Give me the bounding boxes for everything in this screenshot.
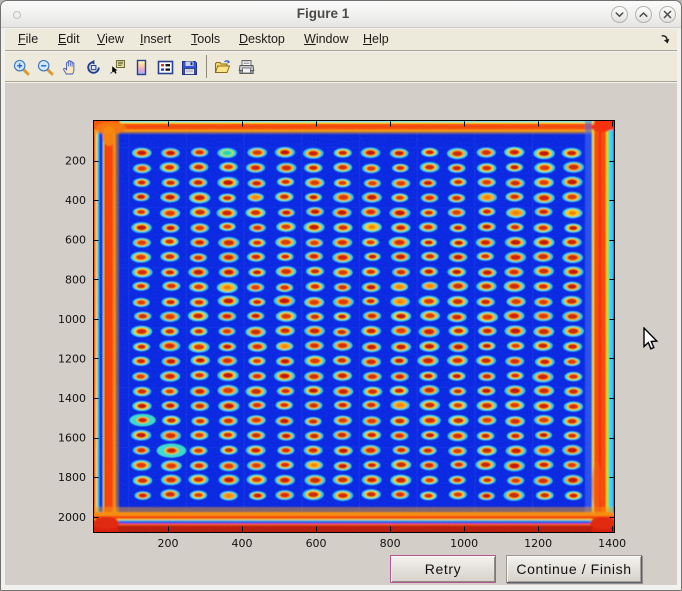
rotate-3d-button[interactable] — [83, 57, 103, 77]
save-figure-icon — [181, 59, 198, 76]
menubar: File Edit View Insert Tools Desktop Window Help — [5, 29, 679, 51]
svg-text:600: 600 — [306, 537, 327, 550]
data-cursor-icon — [109, 59, 126, 76]
insert-colorbar-button[interactable] — [131, 57, 151, 77]
menu-insert[interactable]: Insert — [140, 29, 171, 50]
pan-icon — [61, 59, 78, 76]
close-icon — [663, 10, 672, 19]
figure-canvas: 200 400 600 800 1000 1200 1400 200 400 600 800 1000… — [5, 83, 679, 587]
menu-tools[interactable]: Tools — [191, 29, 220, 50]
heatmap-plot: 200 400 600 800 1000 1200 1400 200 400 600 800 1000… — [5, 83, 679, 587]
svg-text:200: 200 — [65, 155, 86, 168]
svg-text:800: 800 — [380, 537, 401, 550]
menu-mnemonic: D — [239, 32, 248, 46]
menu-help[interactable]: Help — [363, 29, 389, 50]
window-frame-right — [677, 28, 681, 590]
svg-text:1200: 1200 — [524, 537, 552, 550]
svg-text:400: 400 — [65, 194, 86, 207]
maximize-button[interactable] — [635, 6, 652, 23]
svg-text:1400: 1400 — [58, 392, 86, 405]
minimize-button[interactable] — [611, 6, 628, 23]
figure-window: Figure 1 File Edit View Insert Tools Desktop W… — [0, 0, 682, 591]
menu-mnemonic: V — [97, 32, 105, 46]
toolbar-separator — [206, 55, 207, 78]
zoom-out-icon — [37, 59, 54, 76]
svg-text:1800: 1800 — [58, 471, 86, 484]
chevron-up-icon — [639, 10, 648, 19]
continue-finish-button[interactable]: Continue / Finish — [506, 555, 642, 583]
svg-text:200: 200 — [158, 537, 179, 550]
svg-text:800: 800 — [65, 273, 86, 286]
svg-text:1400: 1400 — [598, 537, 626, 550]
open-file-button[interactable] — [212, 57, 232, 77]
window-frame-bottom — [1, 585, 681, 590]
svg-text:2000: 2000 — [58, 511, 86, 524]
figure-toolbar — [5, 52, 679, 82]
insert-legend-icon — [157, 59, 174, 76]
menu-mnemonic: W — [304, 32, 316, 46]
rotate-3d-icon — [85, 59, 102, 76]
svg-text:1000: 1000 — [58, 313, 86, 326]
print-figure-icon — [238, 59, 255, 76]
zoom-out-button[interactable] — [35, 57, 55, 77]
svg-text:1600: 1600 — [58, 432, 86, 445]
insert-legend-button[interactable] — [155, 57, 175, 77]
menu-desktop[interactable]: Desktop — [239, 29, 285, 50]
chevron-down-icon — [615, 10, 624, 19]
print-figure-button[interactable] — [236, 57, 256, 77]
svg-text:1000: 1000 — [450, 537, 478, 550]
window-frame-left — [1, 28, 5, 590]
menu-mnemonic: F — [18, 32, 26, 46]
menu-mnemonic: E — [58, 32, 66, 46]
window-controls — [611, 6, 676, 23]
data-cursor-button[interactable] — [107, 57, 127, 77]
zoom-in-button[interactable] — [11, 57, 31, 77]
close-button[interactable] — [659, 6, 676, 23]
svg-text:600: 600 — [65, 234, 86, 247]
window-title: Figure 1 — [1, 1, 645, 28]
pan-button[interactable] — [59, 57, 79, 77]
retry-button[interactable]: Retry — [390, 555, 496, 583]
menu-mnemonic: I — [140, 32, 143, 46]
menu-file[interactable]: File — [18, 29, 38, 50]
menu-mnemonic: H — [363, 32, 372, 46]
titlebar[interactable]: Figure 1 — [1, 1, 681, 28]
menu-edit[interactable]: Edit — [58, 29, 80, 50]
menu-window[interactable]: Window — [304, 29, 348, 50]
insert-colorbar-icon — [133, 59, 150, 76]
svg-text:400: 400 — [232, 537, 253, 550]
dock-figure-icon[interactable] — [660, 34, 671, 45]
open-file-icon — [214, 59, 231, 76]
save-figure-button[interactable] — [179, 57, 199, 77]
menu-view[interactable]: View — [97, 29, 124, 50]
menu-mnemonic: T — [191, 32, 197, 46]
svg-text:1200: 1200 — [58, 352, 86, 365]
zoom-in-icon — [13, 59, 30, 76]
